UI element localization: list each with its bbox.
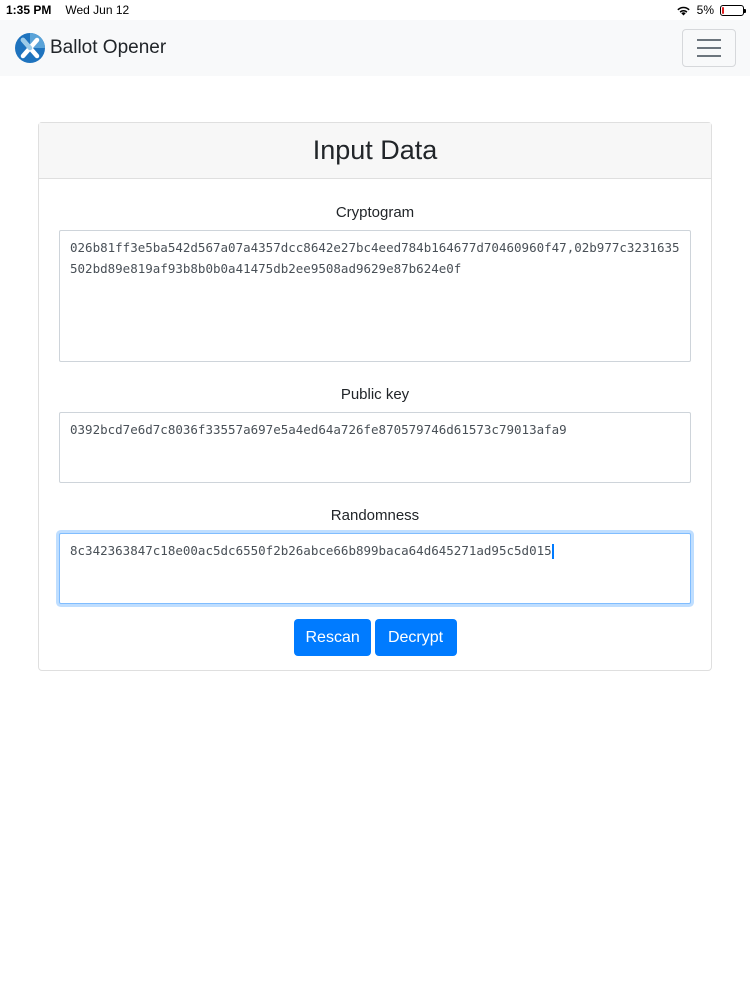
card-title: Input Data <box>39 123 711 179</box>
status-date: Wed Jun 12 <box>65 3 130 17</box>
cryptogram-label: Cryptogram <box>335 204 415 221</box>
button-row: Rescan Decrypt <box>59 619 691 656</box>
decrypt-button[interactable]: Decrypt <box>374 619 457 656</box>
text-caret <box>551 544 554 559</box>
randomness-value: 8c342363847c18e00ac5dc6550f2b26abce66b89… <box>70 543 552 558</box>
brand[interactable]: Ballot Opener <box>14 32 166 64</box>
public-key-textarea[interactable]: 0392bcd7e6d7c8036f33557a697e5a4ed64a726f… <box>59 412 691 483</box>
randomness-label: Randomness <box>330 507 420 524</box>
hamburger-menu-button[interactable] <box>682 29 736 67</box>
wifi-icon <box>676 6 690 15</box>
status-right: 5% <box>676 3 746 17</box>
hamburger-menu-icon-bar <box>697 55 721 57</box>
status-bar: 1:35 PM Wed Jun 12 5% <box>0 0 750 20</box>
battery-percent: 5% <box>696 3 714 17</box>
brand-name: Ballot Opener <box>50 37 167 58</box>
status-time: 1:35 PM <box>6 3 52 17</box>
hamburger-menu-icon-bar <box>697 47 721 49</box>
public-key-label: Public key <box>340 386 410 403</box>
rescan-button[interactable]: Rescan <box>293 619 371 656</box>
cryptogram-textarea[interactable]: 026b81ff3e5ba542d567a07a4357dcc8642e27bc… <box>59 230 691 362</box>
ballot-x-logo-icon <box>15 33 45 63</box>
battery-fill <box>722 6 724 14</box>
input-data-card: Input Data Cryptogram 026b81ff3e5ba542d5… <box>38 122 712 671</box>
hamburger-menu-icon <box>697 39 721 41</box>
randomness-textarea[interactable]: 8c342363847c18e00ac5dc6550f2b26abce66b89… <box>59 533 691 604</box>
card-body: Cryptogram 026b81ff3e5ba542d567a07a4357d… <box>39 204 711 656</box>
status-left: 1:35 PM Wed Jun 12 <box>6 3 129 17</box>
navbar: Ballot Opener <box>0 20 750 76</box>
battery-icon <box>720 4 746 16</box>
